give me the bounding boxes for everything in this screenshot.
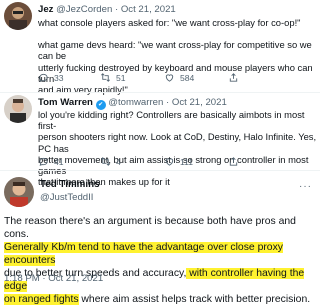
avatar-tom-warren[interactable] xyxy=(4,95,32,123)
share-icon xyxy=(229,157,238,166)
more-options-icon[interactable]: ··· xyxy=(299,181,312,192)
heart-icon xyxy=(165,74,174,82)
heart-icon xyxy=(165,158,174,166)
tweet-date[interactable]: Oct 21, 2021 xyxy=(172,97,227,108)
share-icon xyxy=(229,73,238,82)
reply-icon xyxy=(39,157,48,166)
author-name[interactable]: Ted Timmins xyxy=(40,179,100,190)
avatar-ted-timmins[interactable] xyxy=(4,177,34,207)
tweet-ted-timmins: Ted Timmins @JustTeddII ··· The reason t… xyxy=(0,171,320,305)
tweet-date[interactable]: Oct 21, 2021 xyxy=(121,4,176,15)
avatar-jez[interactable] xyxy=(4,2,32,30)
retweet-button[interactable]: 4 xyxy=(100,156,164,167)
like-button[interactable]: 111 xyxy=(164,156,228,167)
highlighted-text: on ranged fights xyxy=(4,294,79,305)
reply-icon xyxy=(39,73,48,82)
author-name[interactable]: Tom Warren xyxy=(38,97,93,108)
highlighted-text: Generally Kb/m tend to have the advantag… xyxy=(4,242,283,266)
reply-button[interactable]: 41 xyxy=(38,156,100,167)
tweet-actions: 33 51 584 xyxy=(38,72,244,83)
author-handle[interactable]: @JezCorden xyxy=(56,4,112,15)
tweet-header: Jez @JezCorden · Oct 21, 2021 xyxy=(38,4,176,15)
tweet-jez: Jez @JezCorden · Oct 21, 2021 what conso… xyxy=(0,0,320,96)
tweet-actions: 41 4 111 xyxy=(38,156,244,167)
author-name[interactable]: Jez xyxy=(38,4,53,15)
tweet-text: The reason there's an argument is becaus… xyxy=(4,216,311,305)
share-button[interactable] xyxy=(228,72,244,83)
retweet-button[interactable]: 51 xyxy=(100,72,164,83)
retweet-icon xyxy=(101,73,110,82)
reply-button[interactable]: 33 xyxy=(38,72,100,83)
retweet-icon xyxy=(101,157,110,166)
tweet-header: Ted Timmins @JustTeddII xyxy=(40,179,100,203)
author-handle[interactable]: @tomwarren xyxy=(108,97,163,108)
tweet-text: what console players asked for: "we want… xyxy=(38,17,313,96)
like-button[interactable]: 584 xyxy=(164,72,228,83)
author-handle[interactable]: @JustTeddII xyxy=(40,192,100,203)
share-button[interactable] xyxy=(228,156,244,167)
tweet-timestamp[interactable]: 1:18 PM · Oct 21, 2021 xyxy=(4,273,103,284)
tweet-tom-warren: Tom Warren ✔ @tomwarren · Oct 21, 2021 l… xyxy=(0,93,320,187)
